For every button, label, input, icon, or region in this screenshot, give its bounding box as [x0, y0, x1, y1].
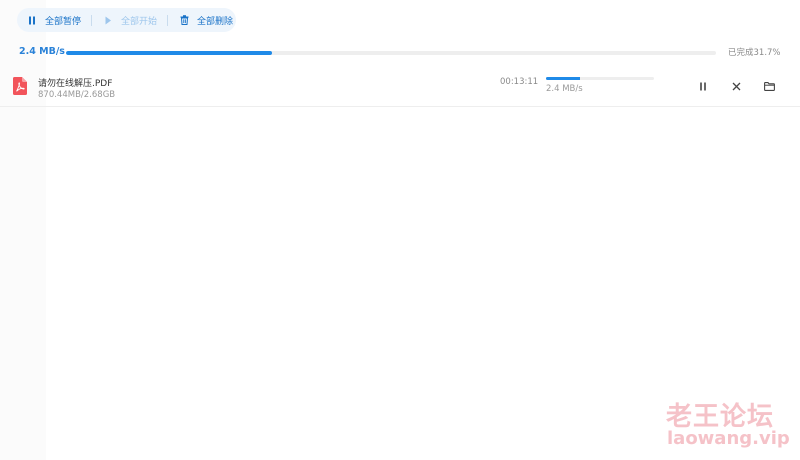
file-progress-fill	[546, 77, 581, 80]
delete-all-label: 全部删除	[197, 16, 234, 27]
folder-icon	[763, 81, 775, 91]
watermark-url: laowang.vip	[667, 428, 790, 449]
open-folder-button[interactable]	[763, 80, 775, 92]
time-remaining: 00:13:11	[500, 77, 539, 87]
cancel-download-button[interactable]	[730, 80, 742, 92]
pause-all-button[interactable]: 全部暂停	[26, 8, 81, 32]
download-row[interactable]: 请勿在线解压.PDF 870.44MB/2.68GB 00:13:11 2.4 …	[0, 68, 800, 107]
file-speed: 2.4 MB/s	[546, 84, 583, 94]
pause-icon	[700, 82, 706, 90]
batch-toolbar: 全部暂停 全部开始 全部删除	[17, 8, 236, 32]
file-progress-bar	[546, 77, 654, 80]
start-all-button[interactable]: 全部开始	[102, 8, 157, 32]
overall-progress-bar	[66, 51, 716, 55]
pdf-icon	[13, 77, 27, 95]
play-icon	[102, 14, 114, 26]
toolbar-divider	[167, 14, 169, 26]
toolbar-divider	[91, 14, 93, 26]
trash-icon	[178, 14, 190, 26]
delete-all-button[interactable]: 全部删除	[178, 8, 233, 32]
start-all-label: 全部开始	[121, 16, 158, 27]
close-icon	[732, 82, 740, 90]
pause-download-button[interactable]	[697, 80, 709, 92]
file-name: 请勿在线解压.PDF	[38, 79, 113, 89]
overall-speed: 2.4 MB/s	[19, 46, 65, 57]
overall-progress-fill	[66, 51, 273, 55]
pause-icon	[26, 14, 38, 26]
file-size-progress: 870.44MB/2.68GB	[38, 90, 116, 100]
overall-status: 已完成31.7%	[728, 48, 781, 58]
pause-all-label: 全部暂停	[45, 16, 82, 27]
